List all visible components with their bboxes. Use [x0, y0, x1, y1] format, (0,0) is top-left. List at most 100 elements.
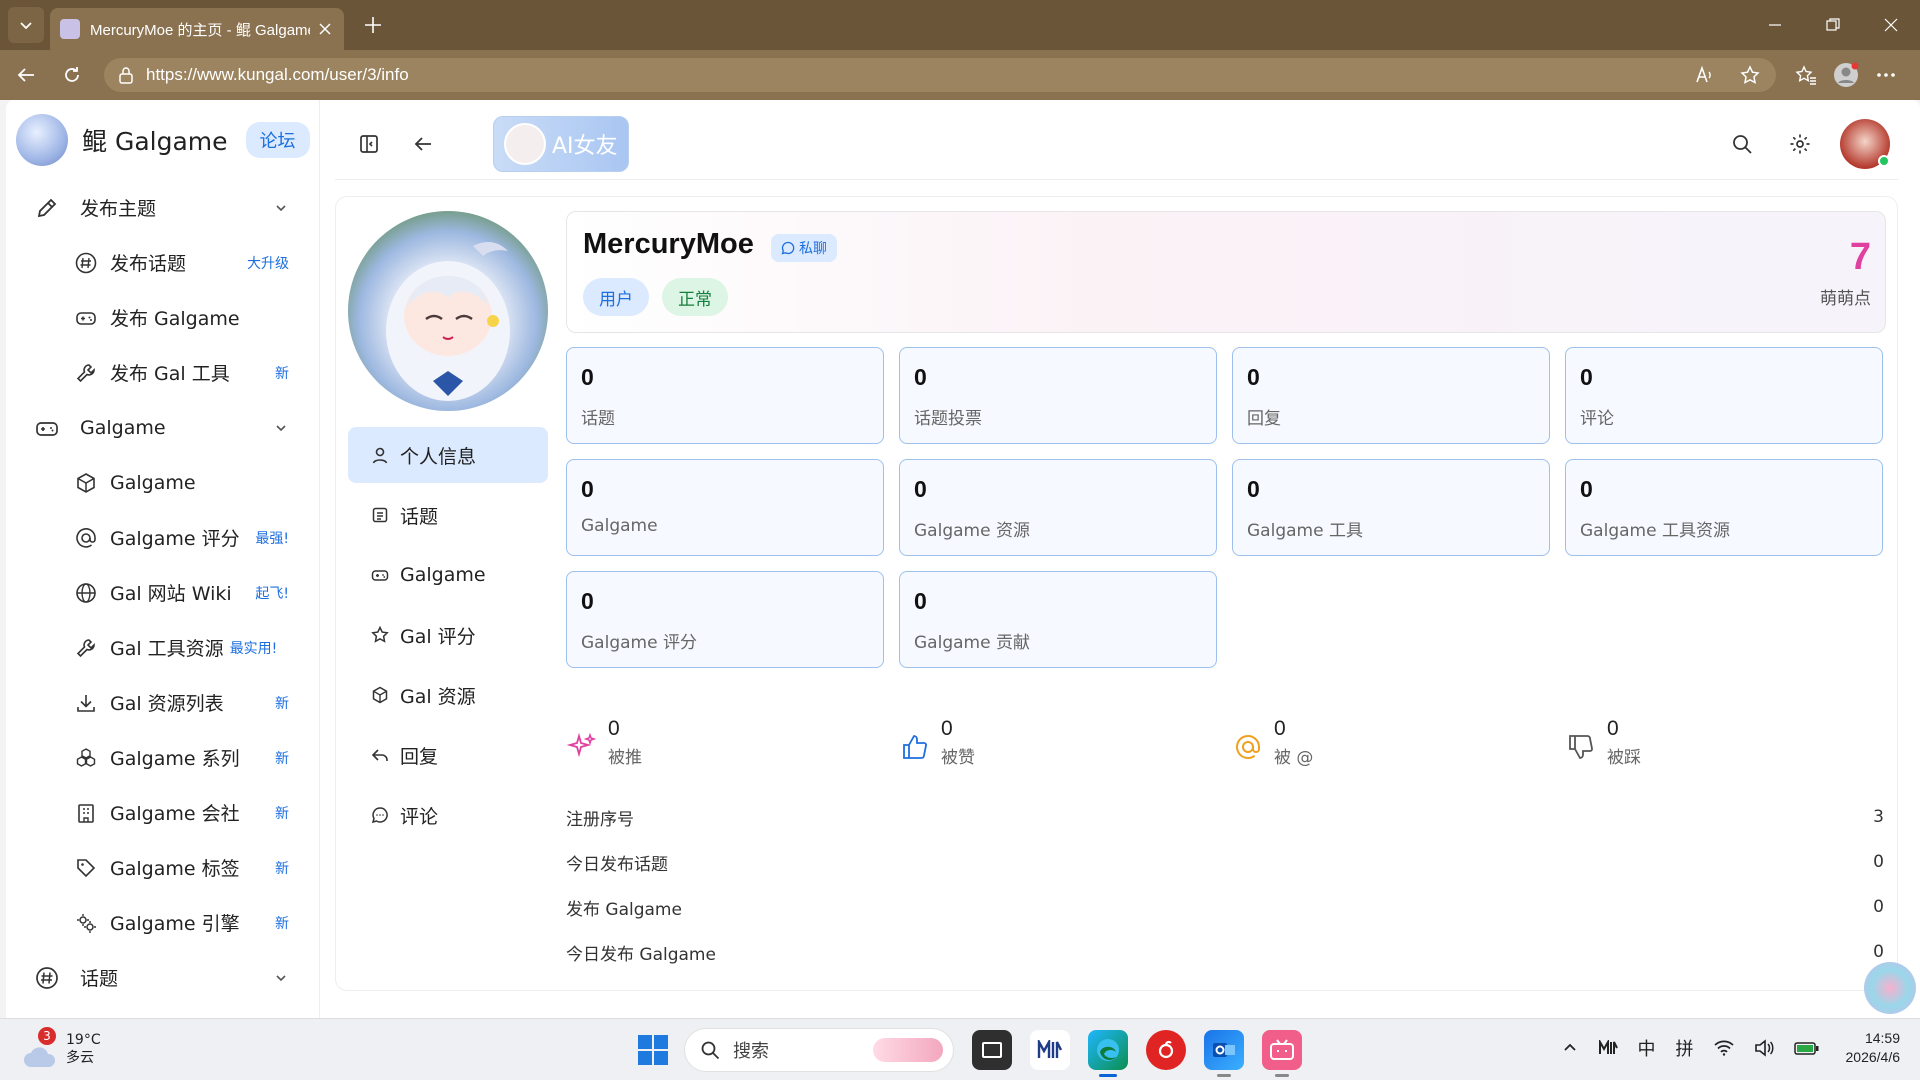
sidebar-item-label: 发布话题 — [110, 253, 187, 275]
minimize-button[interactable] — [1746, 0, 1804, 50]
wifi-icon[interactable] — [1713, 1040, 1734, 1056]
clock[interactable]: 14:59 2026/4/6 — [1846, 1029, 1901, 1067]
task-view-button[interactable] — [972, 1030, 1012, 1070]
chevron-down-icon[interactable] — [273, 420, 289, 436]
sidebar-badge: 新 — [275, 805, 289, 822]
back-button[interactable] — [6, 55, 46, 95]
clock-date: 2026/4/6 — [1845, 1049, 1901, 1065]
sidebar-item-publish-gal-tool[interactable]: 发布 Gal 工具 新 — [6, 345, 319, 400]
url-field[interactable]: https://www.kungal.com/user/3/info — [104, 58, 1776, 92]
sidebar-item-publish-galgame[interactable]: 发布 Galgame — [6, 290, 319, 345]
stat-value: 0 — [914, 588, 927, 614]
stat-card-topic-votes: 0 话题投票 — [899, 347, 1217, 444]
sidebar-item-gal-resource-list[interactable]: Gal 资源列表 新 — [6, 675, 319, 730]
profile-nav: 个人信息 话题 Galgame Gal 评分 Gal 资源 回复 评论 — [348, 427, 548, 847]
username: MercuryMoe — [583, 228, 754, 260]
stat-value: 0 — [914, 364, 927, 390]
profile-button[interactable] — [1826, 55, 1866, 95]
tab-actions-button[interactable] — [8, 7, 44, 43]
sidebar-item-galgame-rating[interactable]: Galgame 评分 最强! — [6, 510, 319, 565]
close-icon[interactable] — [316, 20, 334, 38]
app-outlook[interactable] — [1204, 1030, 1244, 1077]
floating-action-button[interactable] — [1864, 962, 1916, 1014]
cube-icon — [74, 471, 98, 495]
document-icon — [370, 505, 390, 525]
window-close-button[interactable] — [1862, 0, 1920, 50]
sidebar-item-galgame-engine[interactable]: Galgame 引擎 新 — [6, 895, 319, 950]
sidebar-item-gal-wiki[interactable]: Gal 网站 Wiki 起飞! — [6, 565, 319, 620]
profile-tab-label: Gal 评分 — [400, 625, 476, 648]
start-button[interactable] — [636, 1033, 670, 1067]
profile-tab-galgame[interactable]: Galgame — [348, 547, 548, 603]
app-bilibili[interactable] — [1262, 1030, 1302, 1077]
favorite-star-icon[interactable] — [1736, 61, 1764, 89]
sidebar-item-galgame-tags[interactable]: Galgame 标签 新 — [6, 840, 319, 895]
ai-girlfriend-button[interactable]: AI女友 — [493, 115, 629, 172]
brand[interactable]: 鲲 Galgame 论坛 — [6, 100, 319, 180]
sidebar-item-galgame-series[interactable]: Galgame 系列 新 — [6, 730, 319, 785]
app-netease-music[interactable] — [1146, 1030, 1186, 1070]
sidebar-item-gal-tool-resources[interactable]: Gal 工具资源 最实用! — [6, 620, 319, 675]
app-mail-client[interactable] — [1030, 1030, 1070, 1070]
mail-tray-icon[interactable] — [1598, 1040, 1618, 1056]
search-button[interactable] — [1722, 124, 1762, 164]
new-tab-button[interactable] — [358, 10, 388, 40]
sidebar-item-galgame[interactable]: Galgame — [6, 455, 319, 510]
sidebar-group-publish[interactable]: 发布主题 — [6, 180, 319, 235]
read-aloud-icon[interactable] — [1690, 61, 1718, 89]
reaction-label: 被推 — [608, 748, 642, 768]
forum-tag[interactable]: 论坛 — [245, 122, 310, 158]
wrench-icon — [74, 636, 98, 660]
sidebar-item-label: 发布 Galgame — [110, 308, 240, 330]
reaction-mentioned: 0 被 @ — [1232, 717, 1313, 777]
sidebar-group-topics[interactable]: 话题 — [6, 950, 319, 1005]
at-sign-icon — [74, 526, 98, 550]
brand-name[interactable]: 鲲 Galgame — [82, 122, 228, 158]
app-edge-browser[interactable] — [1088, 1030, 1128, 1077]
private-message-button[interactable]: 私聊 — [771, 234, 837, 262]
more-icon — [1877, 73, 1895, 77]
ime-mode-indicator[interactable]: 中 — [1638, 1035, 1656, 1061]
sidebar-group-label: Galgame — [80, 416, 166, 439]
info-row-today-galgame: 今日发布 Galgame 0 — [566, 930, 1888, 974]
profile-tab-comments[interactable]: 评论 — [348, 787, 548, 843]
battery-icon[interactable] — [1793, 1040, 1820, 1056]
ime-pinyin-indicator[interactable]: 拼 — [1676, 1035, 1694, 1061]
refresh-button[interactable] — [52, 55, 92, 95]
volume-icon[interactable] — [1754, 1039, 1774, 1057]
profile-tab-topics[interactable]: 话题 — [348, 487, 548, 543]
profile-tab-info[interactable]: 个人信息 — [348, 427, 548, 483]
star-icon — [370, 625, 390, 645]
taskbar-search[interactable]: 搜索 — [684, 1028, 954, 1072]
profile-avatar[interactable] — [348, 211, 548, 411]
brand-logo[interactable] — [16, 114, 68, 166]
sidebar-panel-icon — [360, 134, 378, 153]
building-icon — [74, 801, 98, 825]
weather-widget[interactable]: 3 19°C 多云 — [22, 1027, 101, 1067]
favorites-icon — [1795, 65, 1816, 85]
info-label: 今日发布 Galgame — [566, 944, 716, 965]
profile-tab-replies[interactable]: 回复 — [348, 727, 548, 783]
browser-tab[interactable]: MercuryMoe 的主页 - 鲲 Galgame — [50, 8, 344, 50]
favorites-button[interactable] — [1786, 55, 1826, 95]
at-sign-icon — [1232, 731, 1264, 763]
back-button[interactable] — [403, 124, 443, 164]
sidebar-group-galgame[interactable]: Galgame — [6, 400, 319, 455]
lock-icon[interactable] — [116, 65, 136, 85]
url-text[interactable]: https://www.kungal.com/user/3/info — [146, 65, 1672, 85]
user-avatar[interactable] — [1840, 118, 1890, 169]
sidebar-item-galgame-company[interactable]: Galgame 会社 新 — [6, 785, 319, 840]
chevron-up-icon[interactable] — [1562, 1040, 1578, 1056]
sidebar-item-label: Galgame 系列 — [110, 748, 240, 770]
profile-tab-resources[interactable]: Gal 资源 — [348, 667, 548, 723]
restore-button[interactable] — [1804, 0, 1862, 50]
chevron-down-icon[interactable] — [273, 200, 289, 216]
sidebar-item-publish-topic[interactable]: 发布话题 大升级 — [6, 235, 319, 290]
toggle-sidebar-button[interactable] — [349, 124, 389, 164]
chevron-down-icon[interactable] — [273, 970, 289, 986]
settings-button[interactable] — [1780, 124, 1820, 164]
system-tray: 中 拼 14:59 2026/4/6 — [1542, 1029, 1901, 1067]
profile-tab-ratings[interactable]: Gal 评分 — [348, 607, 548, 663]
info-row-register-number: 注册序号 3 — [566, 795, 1888, 839]
more-options-button[interactable] — [1866, 55, 1906, 95]
